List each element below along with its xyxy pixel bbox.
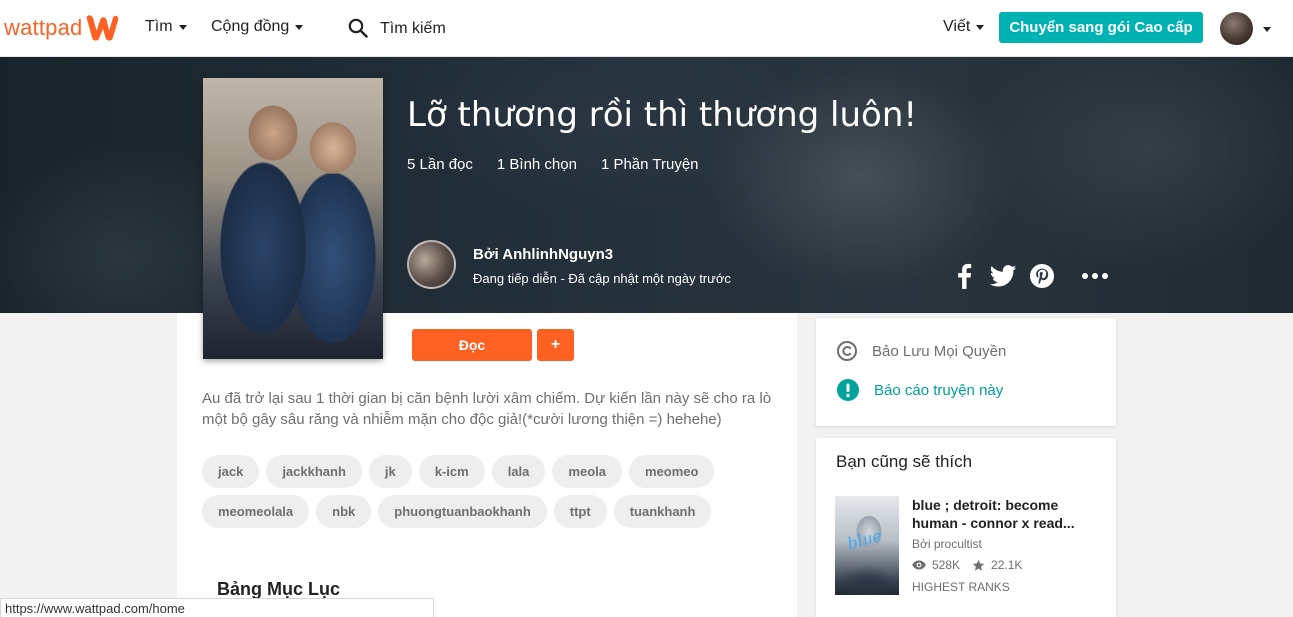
tag-chip[interactable]: k-icm	[418, 455, 485, 488]
recommended-story-cover[interactable]: blue	[835, 496, 899, 595]
report-story-link[interactable]: Báo cáo truyện này	[836, 378, 1003, 402]
pinterest-share-button[interactable]	[1028, 262, 1056, 290]
star-icon	[972, 559, 985, 571]
tag-chip[interactable]: ttpt	[553, 495, 607, 528]
facebook-icon	[958, 263, 972, 289]
eye-icon	[912, 560, 926, 570]
copyright-label: Bảo Lưu Mọi Quyền	[872, 342, 1007, 360]
browse-label: Tìm	[145, 18, 173, 35]
recommended-story-stats: 528K 22.1K	[912, 558, 1022, 572]
parts-count: 1 Phần Truyện	[600, 156, 699, 173]
tag-chip[interactable]: phuongtuanbaokhanh	[378, 495, 547, 528]
copyright-icon	[837, 341, 857, 361]
write-menu[interactable]: Viết	[943, 18, 985, 36]
twitter-icon	[989, 265, 1017, 287]
chevron-down-icon	[295, 24, 304, 30]
community-label: Cộng đồng	[211, 18, 290, 35]
views-count: 528K	[932, 558, 961, 572]
search-input[interactable]	[380, 16, 600, 42]
tag-chip[interactable]: jack	[202, 455, 260, 488]
read-button[interactable]: Đọc	[412, 329, 532, 361]
tag-chip[interactable]: meomeolala	[202, 495, 310, 528]
tag-chip[interactable]: lala	[491, 455, 546, 488]
author-name[interactable]: Bởi AnhlinhNguyn3	[473, 246, 613, 263]
votes-count: 1 Bình chọn	[496, 156, 577, 173]
more-dots-icon	[1082, 273, 1108, 279]
story-status: Đang tiếp diễn - Đã cập nhật một ngày tr…	[473, 271, 731, 286]
story-cover-image	[203, 78, 383, 359]
tag-chip[interactable]: jackkhanh	[266, 455, 362, 488]
tag-chip[interactable]: meola	[552, 455, 622, 488]
alert-icon	[837, 379, 859, 401]
table-of-contents-title: Bảng Mục Lục	[217, 579, 341, 599]
recommended-story-author[interactable]: Bởi procultist	[912, 537, 982, 551]
reads-count: 5 Lần đọc	[407, 156, 473, 173]
tag-chip[interactable]: nbk	[316, 495, 372, 528]
more-options-button[interactable]	[1080, 262, 1110, 290]
browse-menu[interactable]: Tìm	[145, 18, 187, 36]
chevron-down-icon[interactable]	[1263, 27, 1271, 32]
recommendations-title: Bạn cũng sẽ thích	[836, 452, 973, 471]
user-avatar[interactable]	[1220, 12, 1253, 45]
community-menu[interactable]: Cộng đồng	[211, 18, 304, 36]
votes-count: 22.1K	[991, 558, 1023, 572]
tag-chip[interactable]: tuankhanh	[613, 495, 712, 528]
recommended-story-title[interactable]: blue ; detroit: become human - connor x …	[912, 496, 1102, 532]
recommendations-card: Bạn cũng sẽ thích blue blue ; detroit: b…	[816, 438, 1116, 617]
top-navbar: wattpad Tìm Cộng đồng Viết Chuyển sang g…	[0, 0, 1293, 57]
story-description: Au đã trở lại sau 1 thời gian bị căn bện…	[202, 390, 772, 428]
highest-ranks-label[interactable]: HIGHEST RANKS	[912, 580, 1010, 594]
tag-list: jack jackkhanh jk k-icm lala meola meomeo meome…	[202, 455, 762, 528]
tag-chip[interactable]: jk	[368, 455, 412, 488]
chevron-down-icon	[976, 24, 985, 30]
story-stats: 5 Lần đọc 1 Bình chọn 1 Phần Truyện	[407, 156, 699, 173]
status-bar-url: https://www.wattpad.com/home	[0, 598, 434, 617]
write-label: Viết	[943, 18, 971, 35]
story-title: Lỡ thương rồi thì thương luôn!	[407, 95, 918, 135]
cover-title-text: blue	[845, 525, 885, 554]
chevron-down-icon	[178, 24, 187, 30]
copyright-row: Bảo Lưu Mọi Quyền	[836, 340, 1006, 362]
twitter-share-button[interactable]	[988, 262, 1018, 290]
pinterest-icon	[1030, 264, 1054, 288]
author-avatar[interactable]	[407, 240, 456, 289]
add-to-list-button[interactable]: +	[537, 329, 574, 361]
wattpad-w-icon	[87, 15, 119, 41]
report-label: Báo cáo truyện này	[874, 381, 1004, 399]
facebook-share-button[interactable]	[950, 262, 978, 290]
search-icon[interactable]	[348, 18, 368, 38]
copyright-card: Bảo Lưu Mọi Quyền Báo cáo truyện này	[816, 318, 1116, 426]
tag-chip[interactable]: meomeo	[628, 455, 715, 488]
wattpad-logo[interactable]: wattpad	[4, 12, 120, 44]
premium-button[interactable]: Chuyển sang gói Cao cấp	[999, 12, 1203, 43]
logo-text: wattpad	[4, 15, 83, 40]
